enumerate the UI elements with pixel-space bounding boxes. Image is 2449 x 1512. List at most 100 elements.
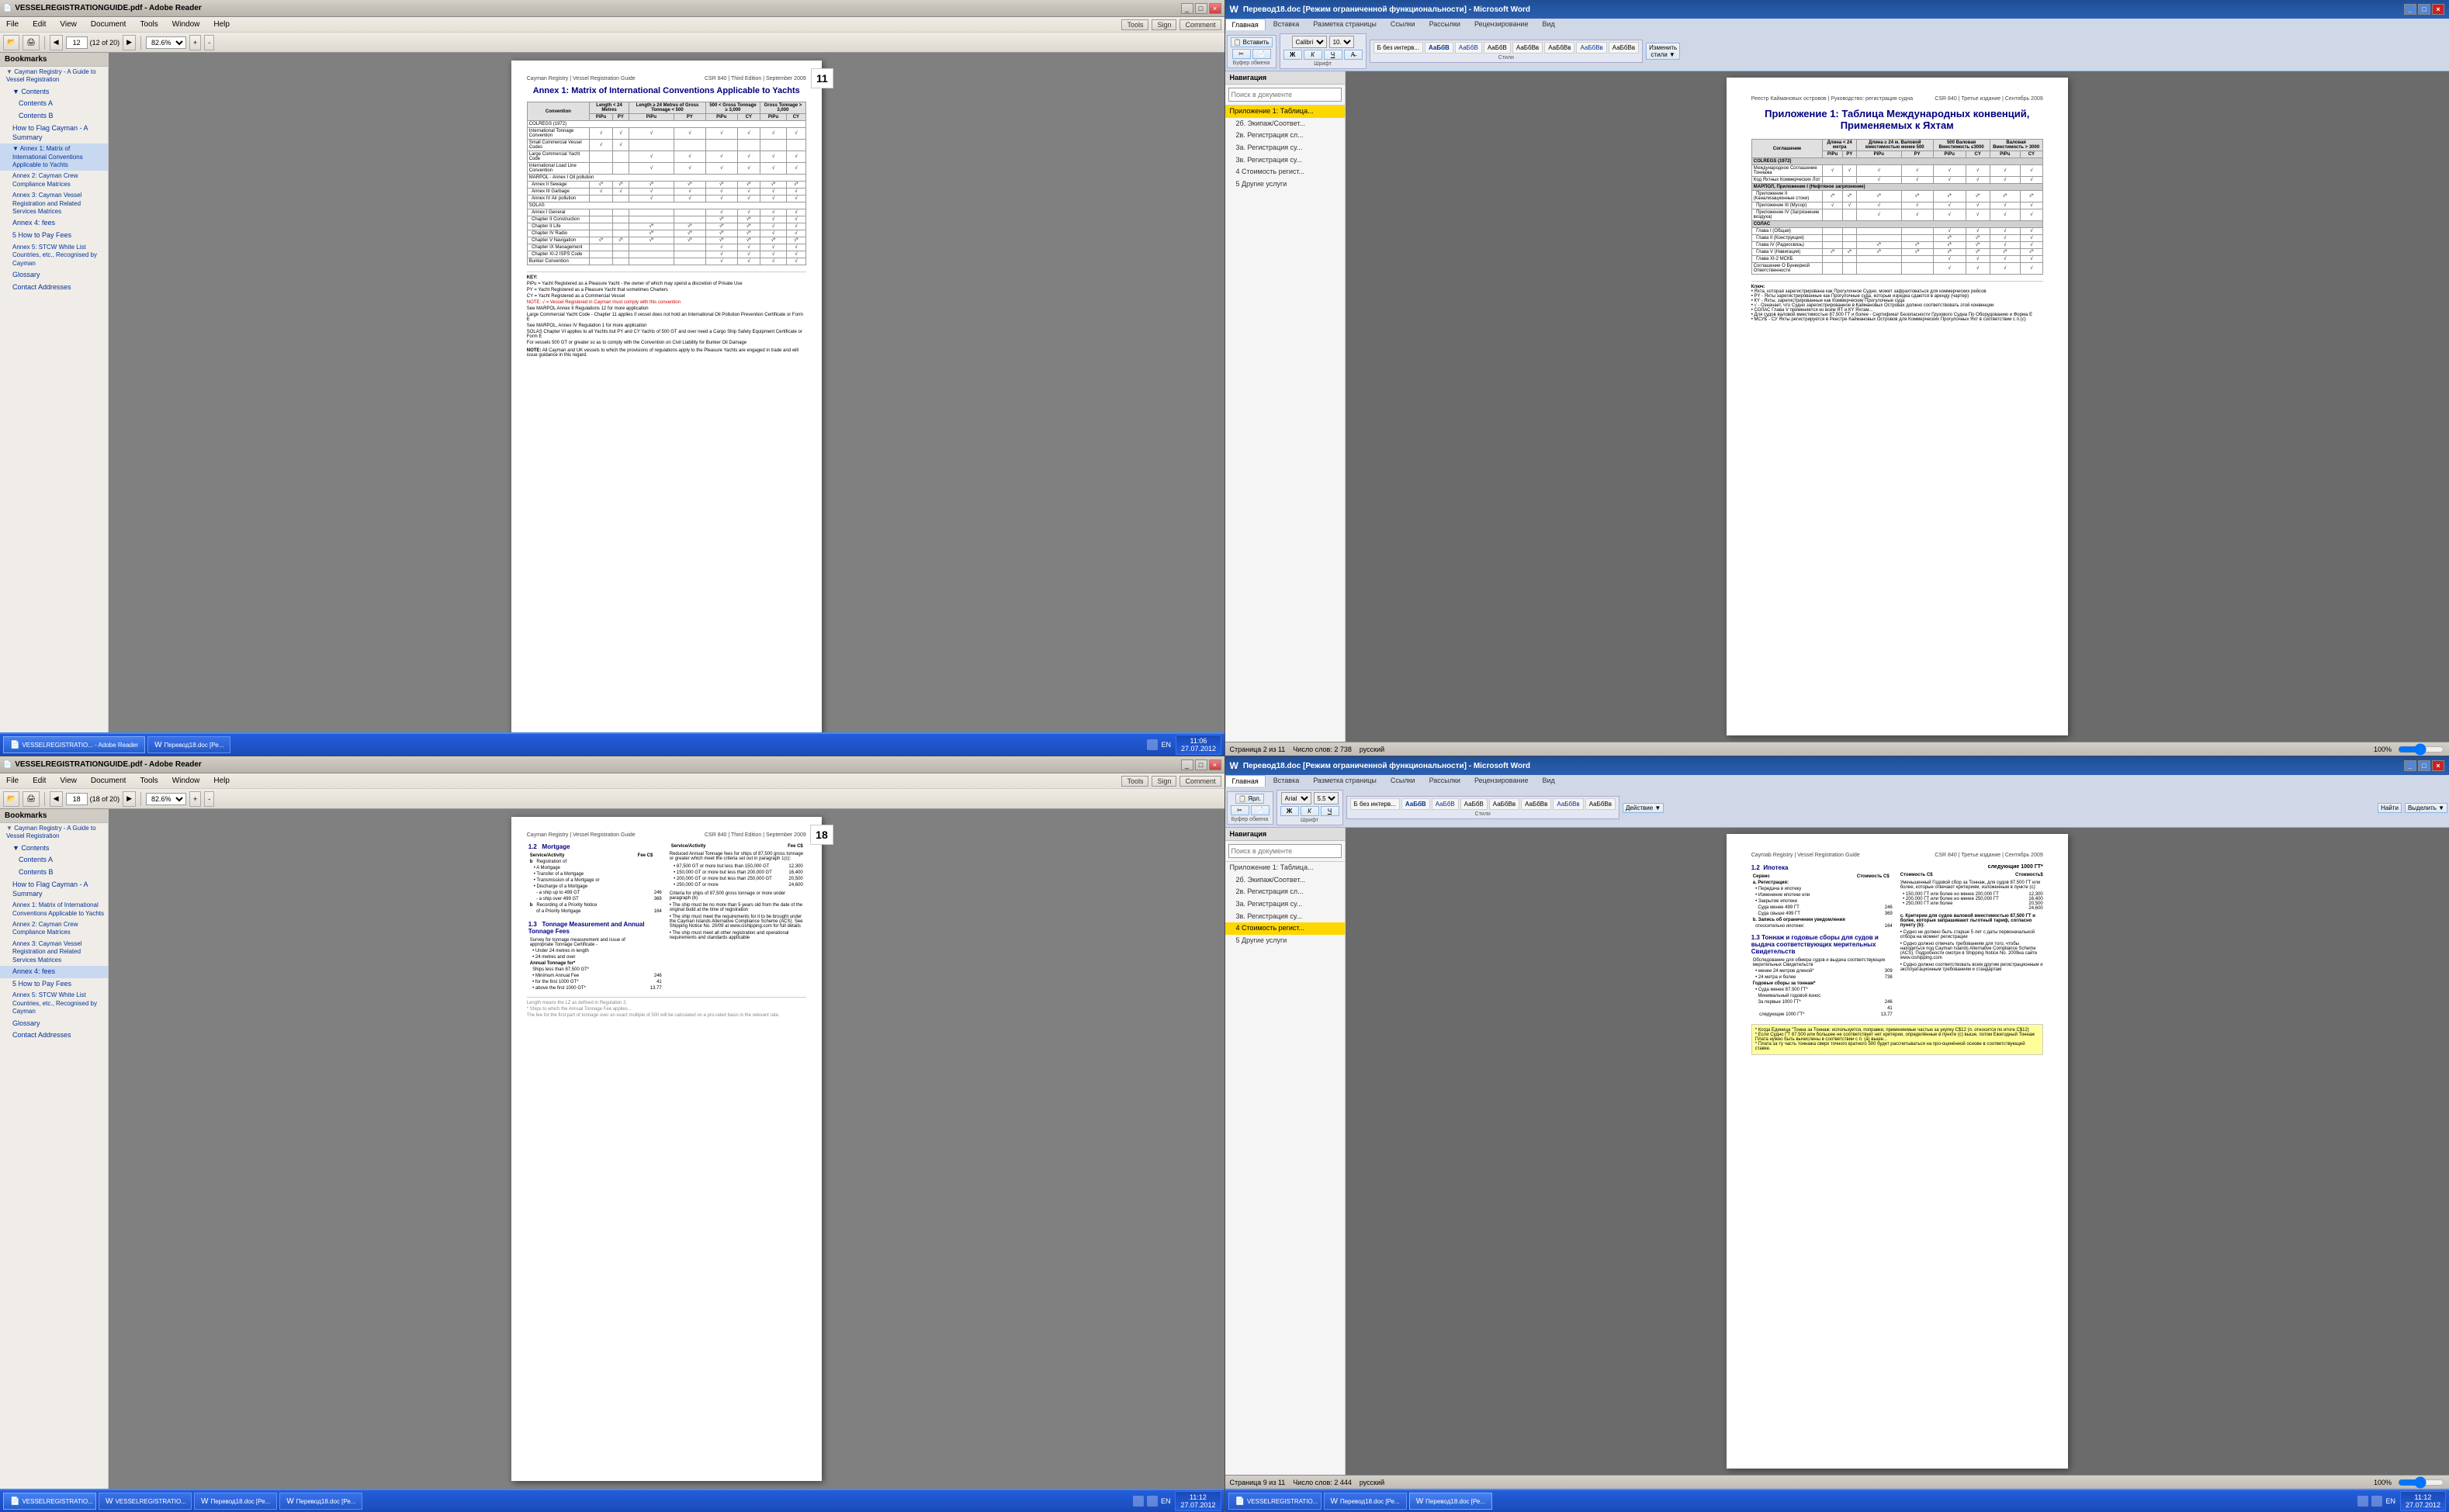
sidebar-item-b-annex2[interactable]: Annex 2: Cayman Crew Compliance Matrices	[0, 919, 108, 939]
tab-layout-q2[interactable]: Разметка страницы	[1307, 19, 1383, 30]
tools-btn-q3[interactable]: Tools	[1121, 776, 1148, 787]
sidebar-item-flag[interactable]: How to Flag Cayman - A Summary	[0, 123, 108, 144]
menu-edit-q3[interactable]: Edit	[29, 775, 49, 787]
systray-top-icon[interactable]	[1147, 739, 1158, 750]
nav-item-2b-q4[interactable]: 2б. Экипаж/Соответ...	[1225, 874, 1345, 887]
menu-edit-q1[interactable]: Edit	[29, 19, 49, 30]
nav-item-3c-q4[interactable]: 3в. Регистрация су...	[1225, 911, 1345, 923]
sidebar-item-annex3[interactable]: Annex 3: Cayman Vessel Registration and …	[0, 190, 108, 217]
taskbar-adobe-q4-1[interactable]: 📄 VESSELREGISTRATIO...	[1228, 1493, 1321, 1510]
taskbar-top-btn-2[interactable]: W Перевод18.doc [Ре...	[147, 736, 230, 753]
zoom-select-q1[interactable]: 82.6% 100% 75%	[146, 36, 186, 49]
menu-window-q3[interactable]: Window	[169, 775, 203, 787]
style-h3-q4[interactable]: АаБбВ	[1460, 798, 1488, 810]
taskbar-adobe-1[interactable]: 📄 VESSELREGISTRATIO...	[3, 1493, 96, 1510]
window-controls-q4[interactable]: _ □ ×	[2404, 760, 2444, 771]
zoom-slider-q4[interactable]	[2398, 1478, 2444, 1487]
style-normal-q4[interactable]: Б без интерв...	[1350, 798, 1400, 810]
copy-btn[interactable]: 📄	[1252, 49, 1271, 59]
cut-btn[interactable]: ✂	[1232, 49, 1251, 59]
sidebar-item-b0[interactable]: ▼ Cayman Registry - A Guide to Vessel Re…	[0, 823, 108, 842]
sidebar-item-b-flag[interactable]: How to Flag Cayman - A Summary	[0, 879, 108, 900]
copy-btn-q4[interactable]: 📄	[1251, 805, 1270, 815]
sidebar-item-annex2[interactable]: Annex 2: Cayman Crew Compliance Matrices	[0, 171, 108, 190]
nav-item-4[interactable]: 4 Стоимость регист...	[1225, 166, 1345, 178]
window-controls-q2[interactable]: _ □ ×	[2404, 4, 2444, 15]
menu-help-q1[interactable]: Help	[210, 19, 233, 30]
menu-help-q3[interactable]: Help	[210, 775, 233, 787]
tab-home-q2[interactable]: Главная	[1225, 19, 1266, 30]
menu-file-q3[interactable]: File	[3, 775, 22, 787]
open-btn-q3[interactable]: 📂	[3, 791, 19, 807]
action-btn-q4[interactable]: Действие ▼	[1623, 803, 1664, 813]
tab-review-q2[interactable]: Рецензирование	[1468, 19, 1535, 30]
sidebar-item-b-annex4[interactable]: Annex 4: fees	[0, 966, 108, 978]
style-s1-q4[interactable]: АаБбВв	[1489, 798, 1519, 810]
cut-btn-q4[interactable]: ✂	[1231, 805, 1249, 815]
tab-insert-q2[interactable]: Вставка	[1267, 19, 1305, 30]
systray-icon-1[interactable]	[1133, 1496, 1144, 1507]
underline-btn[interactable]: Ч	[1324, 50, 1342, 60]
font-select[interactable]: Calibri	[1292, 36, 1327, 48]
minimize-btn-q2[interactable]: _	[2404, 4, 2416, 15]
nav-item-annex1-q4[interactable]: Приложение 1: Таблица...	[1225, 862, 1345, 874]
zoom-slider-q2[interactable]	[2398, 745, 2444, 754]
underline-btn-q4[interactable]: Ч	[1321, 806, 1339, 816]
comment-btn-q3[interactable]: Comment	[1179, 776, 1221, 787]
prev-page-q1[interactable]: ◀	[50, 35, 63, 50]
style-h1-q4[interactable]: АаБбВ	[1401, 798, 1430, 810]
tab-layout-q4[interactable]: Разметка страницы	[1307, 775, 1383, 787]
sign-btn-q3[interactable]: Sign	[1152, 776, 1176, 787]
taskbar-word-q4-2[interactable]: W Перевод18.doc [Ре...	[1409, 1493, 1492, 1510]
nav-item-4-q4[interactable]: 4 Стоимость регист...	[1225, 922, 1345, 935]
sidebar-item-b-cb[interactable]: Contents B	[0, 867, 108, 879]
bold-btn[interactable]: Ж	[1283, 50, 1302, 60]
tab-view-q2[interactable]: Вид	[1536, 19, 1561, 30]
fontsize-select-q4[interactable]: 5.5	[1314, 792, 1339, 804]
sidebar-item-annex1[interactable]: ▼ Annex 1: Matrix of International Conve…	[0, 144, 108, 171]
sidebar-item-ca[interactable]: Contents A	[0, 98, 108, 110]
tab-view-q4[interactable]: Вид	[1536, 775, 1561, 787]
tab-refs-q4[interactable]: Ссылки	[1384, 775, 1422, 787]
tab-review-q4[interactable]: Рецензирование	[1468, 775, 1535, 787]
comment-btn-q1[interactable]: Comment	[1179, 19, 1221, 30]
minimize-btn-q1[interactable]: _	[1181, 3, 1193, 14]
nav-item-2b[interactable]: 2б. Экипаж/Соответ...	[1225, 118, 1345, 130]
nav-search-input[interactable]	[1228, 88, 1342, 102]
maximize-btn-q1[interactable]: □	[1195, 3, 1207, 14]
open-btn-q1[interactable]: 📂	[3, 35, 19, 50]
style-s1[interactable]: АаБбВв	[1544, 42, 1574, 54]
strikethrough-btn[interactable]: А̶	[1344, 50, 1363, 60]
sidebar-item-b-annex5[interactable]: Annex 5: STCW White List Countries, etc.…	[0, 990, 108, 1017]
print-btn-q3[interactable]: 🖨	[23, 791, 39, 807]
nav-item-2c-q4[interactable]: 2в. Регистрация сл...	[1225, 886, 1345, 898]
sign-btn-q1[interactable]: Sign	[1152, 19, 1176, 30]
style-s3-q4[interactable]: АаБбВв	[1553, 798, 1583, 810]
menu-window-q1[interactable]: Window	[169, 19, 203, 30]
sidebar-item-howpay[interactable]: 5 How to Pay Fees	[0, 230, 108, 242]
find-btn-q4[interactable]: Найти	[2378, 803, 2402, 813]
select-btn-q4[interactable]: Выделить ▼	[2405, 803, 2447, 813]
tab-home-q4[interactable]: Главная	[1225, 775, 1266, 787]
page-input-q1[interactable]	[66, 36, 88, 49]
sidebar-item-b-howpay[interactable]: 5 How to Pay Fees	[0, 978, 108, 991]
nav-item-5[interactable]: 5 Другие услуги	[1225, 178, 1345, 191]
prev-page-q3[interactable]: ◀	[50, 791, 63, 807]
menu-file-q1[interactable]: File	[3, 19, 22, 30]
style-s2-q4[interactable]: АаБбВв	[1521, 798, 1551, 810]
sidebar-item-b-annex1[interactable]: Annex 1: Matrix of International Convent…	[0, 900, 108, 919]
nav-item-3a[interactable]: 3а. Регистрация су...	[1225, 142, 1345, 154]
taskbar-word-1[interactable]: W Перевод18.doc [Ре...	[194, 1493, 277, 1510]
zoom-out-q1[interactable]: -	[204, 35, 214, 50]
bold-btn-q4[interactable]: Ж	[1280, 806, 1299, 816]
window-controls-q1[interactable]: _ □ ×	[1181, 3, 1221, 14]
sidebar-item-annex4[interactable]: Annex 4: fees	[0, 217, 108, 230]
window-controls-q3[interactable]: _ □ ×	[1181, 759, 1221, 770]
zoom-select-q3[interactable]: 82.6% 100%	[146, 793, 186, 805]
style-normal[interactable]: Б без интерв...	[1373, 42, 1423, 54]
print-btn-q1[interactable]: 🖨	[23, 35, 39, 50]
pdf-content-q1[interactable]: 11 Cayman Registry | Vessel Registration…	[109, 53, 1224, 756]
zoom-out-q3[interactable]: -	[204, 791, 214, 807]
paste-btn-q4[interactable]: 📋 Ярл.	[1235, 794, 1264, 804]
style-normal2[interactable]: АаБбВв	[1512, 42, 1543, 54]
